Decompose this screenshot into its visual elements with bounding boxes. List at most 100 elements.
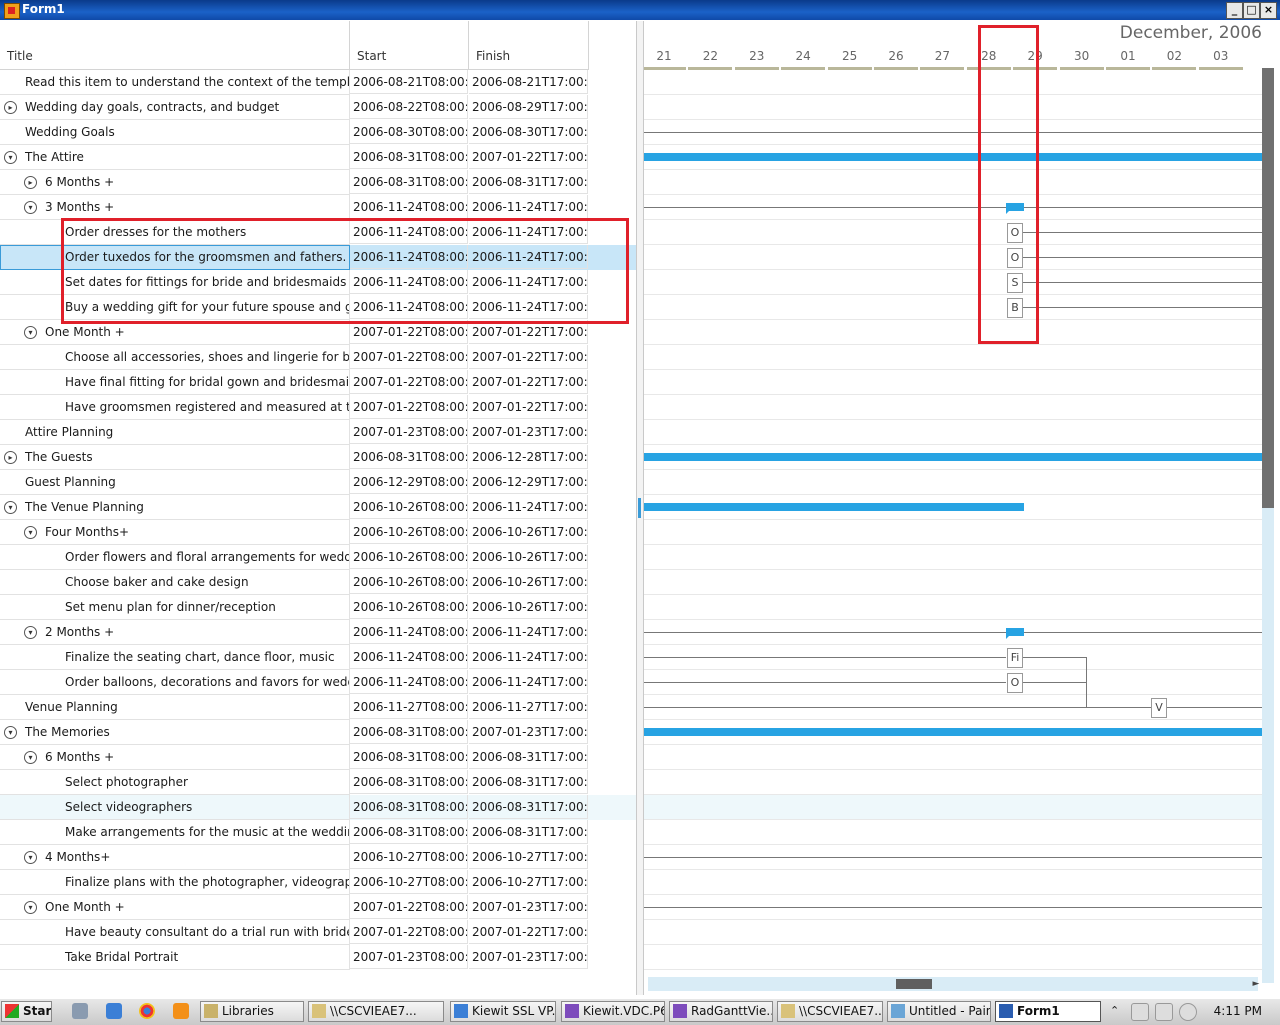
cell-title[interactable]: Read this item to understand the context… <box>0 70 350 95</box>
cell-start[interactable]: 2007-01-23T08:00:0 <box>350 420 468 444</box>
cell-finish[interactable]: 2006-11-24T17:00:0 <box>469 645 588 669</box>
cell-title[interactable]: Make arrangements for the music at the w… <box>0 820 350 845</box>
timeline-row[interactable] <box>644 520 1262 545</box>
maximize-button[interactable]: □ <box>1243 2 1260 19</box>
column-header-finish[interactable]: Finish <box>469 21 589 70</box>
flag-icon[interactable] <box>1131 1003 1149 1021</box>
collapse-icon[interactable]: ▾ <box>24 901 37 914</box>
table-row[interactable]: Set menu plan for dinner/reception 2006-1… <box>0 595 636 620</box>
table-row[interactable]: Select photographer 2006-08-31T08:00:0 200… <box>0 770 636 795</box>
summary-bar[interactable] <box>644 503 1024 511</box>
minimize-button[interactable]: _ <box>1226 2 1243 19</box>
table-row[interactable]: Guest Planning 2006-12-29T08:00:0 2006-12-… <box>0 470 636 495</box>
expand-icon[interactable]: ▸ <box>24 176 37 189</box>
table-row[interactable]: Have final fitting for bridal gown and b… <box>0 370 636 395</box>
summary-bar-short[interactable] <box>1006 628 1024 639</box>
cell-title[interactable]: Order balloons, decorations and favors f… <box>0 670 350 695</box>
cell-finish[interactable]: 2006-11-24T17:00:0 <box>469 195 588 219</box>
collapse-icon[interactable]: ▾ <box>24 526 37 539</box>
taskbar-item[interactable]: Form1 <box>995 1001 1101 1022</box>
cell-finish[interactable]: 2007-01-23T17:00:0 <box>469 945 588 969</box>
cell-start[interactable]: 2006-11-27T08:00:0 <box>350 695 468 719</box>
table-row[interactable]: Set dates for fittings for bride and bri… <box>0 270 636 295</box>
timeline-row[interactable] <box>644 820 1262 845</box>
cell-start[interactable]: 2006-08-31T08:00:0 <box>350 820 468 844</box>
cell-finish[interactable]: 2006-08-21T17:00:0 <box>469 70 588 94</box>
collapse-icon[interactable]: ▾ <box>24 851 37 864</box>
cell-start[interactable]: 2006-10-27T08:00:0 <box>350 845 468 869</box>
taskbar-item[interactable]: RadGanttVie... <box>669 1001 773 1022</box>
table-row[interactable]: ▾ Four Months+ 2006-10-26T08:00:0 2006-10-2… <box>0 520 636 545</box>
cell-title[interactable]: ▾ The Attire <box>0 145 350 170</box>
timeline-row[interactable] <box>644 420 1262 445</box>
timeline-row[interactable] <box>644 795 1262 820</box>
splitter[interactable] <box>637 21 644 995</box>
cell-finish[interactable]: 2006-11-24T17:00:0 <box>469 220 588 244</box>
cell-title[interactable]: Have beauty consultant do a trial run wi… <box>0 920 350 945</box>
cell-start[interactable]: 2006-11-24T08:00:0 <box>350 670 468 694</box>
table-row[interactable]: ▾ The Memories 2006-08-31T08:00:0 2007-01-2… <box>0 720 636 745</box>
vertical-scrollbar-thumb[interactable] <box>1262 68 1274 508</box>
taskbar-item[interactable]: Libraries <box>200 1001 304 1022</box>
cell-title[interactable]: Wedding Goals <box>0 120 350 145</box>
cell-finish[interactable]: 2006-10-27T17:00:0 <box>469 845 588 869</box>
table-row[interactable]: Make arrangements for the music at the w… <box>0 820 636 845</box>
app-quicklaunch-icon[interactable] <box>173 1003 189 1019</box>
cell-title[interactable]: Guest Planning <box>0 470 350 495</box>
table-row[interactable]: Finalize the seating chart, dance floor,… <box>0 645 636 670</box>
scroll-right-arrow[interactable]: ► <box>1250 977 1262 991</box>
table-row[interactable]: Have groomsmen registered and measured a… <box>0 395 636 420</box>
cell-finish[interactable]: 2006-08-31T17:00:0 <box>469 745 588 769</box>
cell-start[interactable]: 2006-11-24T08:00:0 <box>350 295 468 319</box>
cell-finish[interactable]: 2007-01-22T17:00:0 <box>469 345 588 369</box>
timeline-row[interactable] <box>644 545 1262 570</box>
cell-finish[interactable]: 2006-10-26T17:00:0 <box>469 595 588 619</box>
cell-finish[interactable]: 2006-10-27T17:00:0 <box>469 870 588 894</box>
cell-finish[interactable]: 2006-11-24T17:00:0 <box>469 495 588 519</box>
cell-start[interactable]: 2006-11-24T08:00:0 <box>350 620 468 644</box>
vertical-scrollbar[interactable] <box>1262 68 1274 983</box>
cell-finish[interactable]: 2006-11-24T17:00:0 <box>469 245 588 269</box>
cell-start[interactable]: 2006-11-24T08:00:0 <box>350 645 468 669</box>
table-row[interactable]: ▸ 6 Months + 2006-08-31T08:00:0 2006-08-31T… <box>0 170 636 195</box>
table-row[interactable]: ▾ The Venue Planning 2006-10-26T08:00:0 200… <box>0 495 636 520</box>
table-row[interactable]: Take Bridal Portrait 2007-01-23T08:00:0 20… <box>0 945 636 970</box>
cell-start[interactable]: 2006-08-31T08:00:0 <box>350 770 468 794</box>
cell-title[interactable]: Select videographers <box>0 795 350 820</box>
collapse-icon[interactable]: ▾ <box>24 201 37 214</box>
table-row[interactable]: ▸ The Guests 2006-08-31T08:00:0 2006-12-28T… <box>0 445 636 470</box>
cell-title[interactable]: Have groomsmen registered and measured a… <box>0 395 350 420</box>
cell-title[interactable]: ▸ Wedding day goals, contracts, and budge… <box>0 95 350 120</box>
chrome-icon[interactable] <box>139 1003 155 1019</box>
cell-finish[interactable]: 2006-08-31T17:00:0 <box>469 795 588 819</box>
timeline-row[interactable] <box>644 70 1262 95</box>
table-row[interactable]: Order flowers and floral arrangements fo… <box>0 545 636 570</box>
cell-title[interactable]: Finalize the seating chart, dance floor,… <box>0 645 350 670</box>
timeline-row[interactable] <box>644 570 1262 595</box>
summary-bar-short[interactable] <box>1006 203 1024 214</box>
cell-title[interactable]: ▾ 2 Months + <box>0 620 350 645</box>
cell-start[interactable]: 2006-08-31T08:00:0 <box>350 445 468 469</box>
column-header-title[interactable]: Title <box>0 21 350 70</box>
cell-start[interactable]: 2007-01-22T08:00:0 <box>350 370 468 394</box>
taskbar-item[interactable]: Untitled - Paint <box>887 1001 991 1022</box>
cell-finish[interactable]: 2006-08-30T17:00:0 <box>469 120 588 144</box>
cell-start[interactable]: 2006-10-26T08:00:0 <box>350 545 468 569</box>
horizontal-scrollbar-thumb[interactable] <box>896 979 932 989</box>
collapse-icon[interactable]: ▾ <box>24 626 37 639</box>
cell-start[interactable]: 2006-10-26T08:00:0 <box>350 570 468 594</box>
cell-start[interactable]: 2006-08-31T08:00:0 <box>350 745 468 769</box>
cell-start[interactable]: 2007-01-22T08:00:0 <box>350 320 468 344</box>
table-row[interactable]: Venue Planning 2006-11-27T08:00:0 2006-11-… <box>0 695 636 720</box>
taskbar-item[interactable]: Kiewit SSL VP... <box>450 1001 556 1022</box>
cell-start[interactable]: 2007-01-22T08:00:0 <box>350 920 468 944</box>
table-row[interactable]: ▾ One Month + 2007-01-22T08:00:0 2007-01-23… <box>0 895 636 920</box>
collapse-icon[interactable]: ▾ <box>4 151 17 164</box>
cell-title[interactable]: Venue Planning <box>0 695 350 720</box>
timeline-row[interactable] <box>644 170 1262 195</box>
summary-bar[interactable] <box>644 153 1262 161</box>
cell-title[interactable]: Set menu plan for dinner/reception <box>0 595 350 620</box>
cell-title[interactable]: Choose baker and cake design <box>0 570 350 595</box>
window-title-bar[interactable]: Form1 _ □ × <box>0 0 1280 20</box>
cell-start[interactable]: 2007-01-22T08:00:0 <box>350 895 468 919</box>
